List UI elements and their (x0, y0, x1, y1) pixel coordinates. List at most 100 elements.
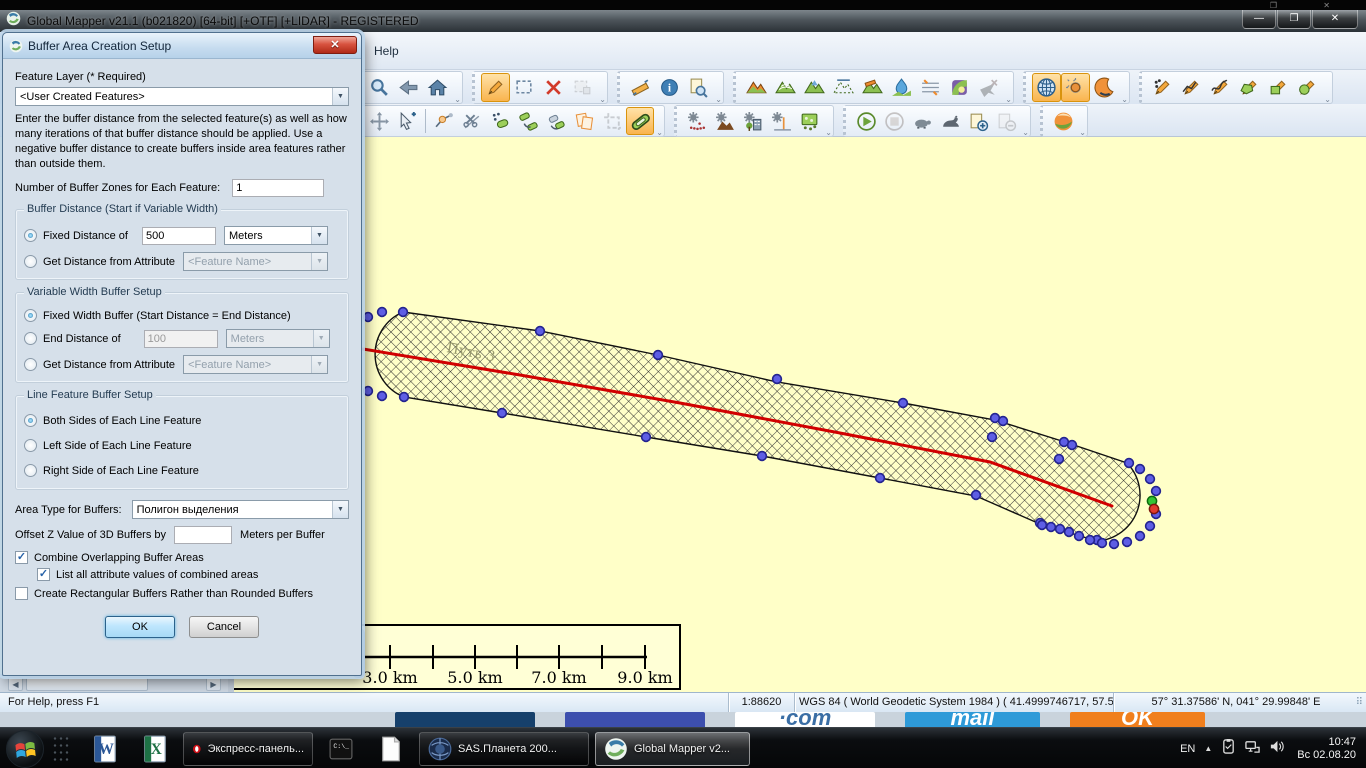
vertex-point[interactable] (364, 313, 373, 322)
volume-icon[interactable] (1269, 739, 1284, 759)
create-area-icon[interactable] (1235, 73, 1264, 102)
toolbar-overflow-icon[interactable]: ⌄ (656, 128, 663, 137)
create-point-icon[interactable] (1148, 73, 1177, 102)
copy-features-icon[interactable] (570, 107, 598, 135)
scroll-right-arrow[interactable]: ▶ (206, 677, 221, 691)
dialog-titlebar[interactable]: Buffer Area Creation Setup ✕ (3, 33, 361, 59)
vertex-point[interactable] (1136, 465, 1145, 474)
vertex-point[interactable] (876, 474, 885, 483)
minimize-button[interactable]: — (1242, 10, 1276, 29)
ok-button[interactable]: OK (105, 616, 175, 638)
terrain-flatten-icon[interactable] (800, 73, 829, 102)
distance-attribute-radio[interactable] (24, 255, 37, 268)
add-frame-icon[interactable] (964, 107, 992, 135)
buffer-tool-icon[interactable] (626, 107, 654, 135)
area-type-combobox[interactable]: Полигон выделения▼ (132, 500, 349, 519)
vertex-point[interactable] (1065, 528, 1074, 537)
distance-attribute-combobox[interactable]: <Feature Name>▼ (183, 252, 328, 271)
offset-z-input[interactable] (174, 526, 232, 544)
close-button[interactable]: ✕ (1312, 10, 1358, 29)
vertex-point[interactable] (1055, 455, 1064, 464)
vertex-point[interactable] (758, 452, 767, 461)
vertex-point[interactable] (773, 375, 782, 384)
taskbar-icon-cmd[interactable]: C:\_ (316, 729, 366, 768)
generate-flags-icon[interactable] (767, 107, 795, 135)
taskbar-button-sas-planet[interactable]: SAS.Планета 200... (419, 732, 589, 766)
both-sides-radio[interactable] (24, 414, 37, 427)
taskbar-icon-excel[interactable]: X (130, 729, 180, 768)
feature-info-icon[interactable]: i (655, 73, 684, 102)
vertex-point[interactable] (1047, 523, 1056, 532)
start-button[interactable] (6, 730, 44, 768)
paste-features-icon[interactable] (568, 73, 597, 102)
width-attribute-combobox[interactable]: <Feature Name>▼ (183, 355, 328, 374)
width-attribute-radio[interactable] (24, 358, 37, 371)
tray-expand-icon[interactable]: ▲ (1204, 744, 1212, 753)
crop-tool-icon[interactable] (598, 107, 626, 135)
action-center-icon[interactable] (1221, 739, 1236, 759)
skybox-icon[interactable] (1090, 73, 1119, 102)
clock[interactable]: 10:47 Вс 02.08.20 (1297, 736, 1356, 762)
vertex-point[interactable] (1136, 532, 1145, 541)
vertex-point[interactable] (1038, 521, 1047, 530)
end-distance-input[interactable] (144, 330, 218, 348)
end-vertex-red[interactable] (1149, 504, 1158, 513)
vertex-point[interactable] (988, 433, 997, 442)
play-icon[interactable] (852, 107, 880, 135)
watershed-icon[interactable] (887, 73, 916, 102)
generate-buildings-icon[interactable] (739, 107, 767, 135)
terrain-compare-icon[interactable] (829, 73, 858, 102)
search-files-icon[interactable] (684, 73, 713, 102)
right-side-radio[interactable] (24, 464, 37, 477)
vertex-point[interactable] (999, 417, 1008, 426)
speed-fast-icon[interactable] (936, 107, 964, 135)
select-rectangle-icon[interactable] (510, 73, 539, 102)
network-icon[interactable] (1245, 739, 1260, 759)
toolbar-overflow-icon[interactable]: ⌄ (1005, 95, 1012, 104)
toolbar-overflow-icon[interactable]: ⌄ (825, 128, 832, 137)
dialog-close-button[interactable]: ✕ (313, 36, 357, 54)
vertex-point[interactable] (1146, 522, 1155, 531)
vertex-point[interactable] (972, 491, 981, 500)
toolbar-overflow-icon[interactable]: ⌄ (1324, 95, 1331, 104)
terrain-shader-icon[interactable] (742, 73, 771, 102)
language-indicator[interactable]: EN (1180, 743, 1195, 755)
area-vertices-icon[interactable] (795, 107, 823, 135)
gm-ball-icon[interactable] (1049, 107, 1077, 135)
simplify-line-icon[interactable] (486, 107, 514, 135)
taskbar-button-opera[interactable]: Экспресс-панель... (183, 732, 313, 766)
create-line-icon[interactable] (1177, 73, 1206, 102)
generate-points-icon[interactable] (683, 107, 711, 135)
vertex-point[interactable] (1146, 475, 1155, 484)
taskbar-icon-document[interactable] (366, 729, 416, 768)
vertex-point[interactable] (364, 387, 373, 396)
measure-tool-icon[interactable] (626, 73, 655, 102)
vertex-point[interactable] (654, 351, 663, 360)
toolbar-overflow-icon[interactable]: ⌄ (1121, 95, 1128, 104)
vertex-point[interactable] (536, 327, 545, 336)
delete-selected-icon[interactable] (539, 73, 568, 102)
rectangular-checkbox[interactable] (15, 587, 28, 600)
vertex-point[interactable] (1056, 525, 1065, 534)
digitizer-pencil-icon[interactable] (481, 73, 510, 102)
combine-checkbox[interactable]: ✓ (15, 551, 28, 564)
view-shed-icon[interactable] (945, 73, 974, 102)
toolbar-overflow-icon[interactable]: ⌄ (1079, 128, 1086, 137)
feature-layer-combobox[interactable]: <User Created Features>▼ (15, 87, 349, 106)
split-feature-icon[interactable] (458, 107, 486, 135)
vertex-point[interactable] (399, 308, 408, 317)
pan-tool-icon[interactable] (365, 107, 393, 135)
vertex-point[interactable] (1086, 536, 1095, 545)
scroll-left-arrow[interactable]: ◀ (8, 677, 23, 691)
left-side-radio[interactable] (24, 439, 37, 452)
create-circle-icon[interactable] (1293, 73, 1322, 102)
taskbar-icon-word[interactable]: W (80, 729, 130, 768)
vertex-point[interactable] (1098, 539, 1107, 548)
menu-help[interactable]: Help (368, 41, 405, 61)
vertex-point[interactable] (899, 399, 908, 408)
select-plus-icon[interactable] (393, 107, 421, 135)
speed-slow-icon[interactable] (908, 107, 936, 135)
create-freehand-icon[interactable] (1206, 73, 1235, 102)
vertex-point[interactable] (1110, 540, 1119, 549)
fixed-width-radio[interactable] (24, 309, 37, 322)
